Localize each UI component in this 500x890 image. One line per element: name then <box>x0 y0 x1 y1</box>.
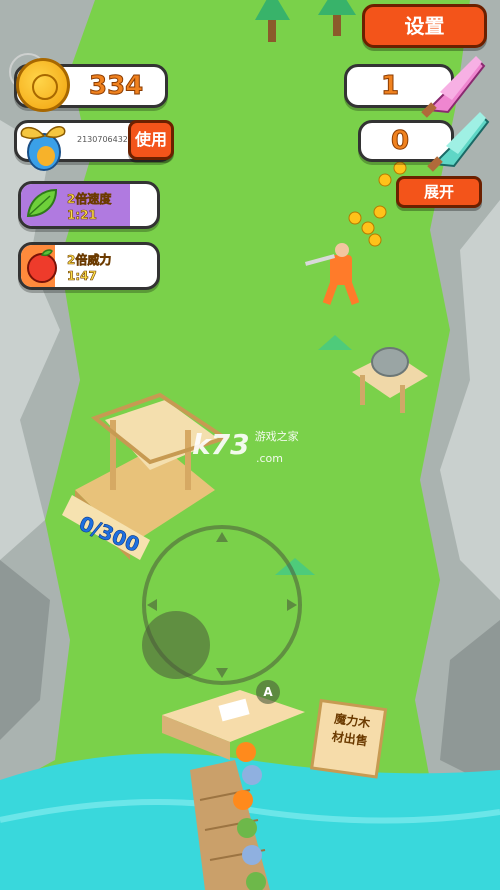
power-buff-time: 1:47 <box>67 269 97 284</box>
teal-wood-count: 0 <box>390 126 410 157</box>
settings-button[interactable]: 设置 <box>362 4 487 48</box>
use-button[interactable]: 使用 <box>128 120 174 160</box>
coin-count: 334 <box>88 71 144 102</box>
watermark-sub: 游戏之家 <box>254 430 299 443</box>
action-a-button[interactable]: A <box>256 680 280 704</box>
apple-icon <box>24 246 60 284</box>
coin-icon <box>16 58 70 112</box>
watermark: k73 游戏之家 .com <box>192 428 299 465</box>
speed-buff-title: 2倍速度 <box>67 192 112 207</box>
power-buff-title: 2倍威力 <box>67 253 112 268</box>
leaf-icon <box>24 186 60 222</box>
expand-button[interactable]: 展开 <box>396 176 482 208</box>
player-id: 2130706432 <box>77 135 128 144</box>
teal-wood-icon <box>426 108 492 172</box>
pink-wood-count: 1 <box>380 71 400 102</box>
speed-buff-time: 1:21 <box>67 208 97 223</box>
seed-icon <box>14 118 68 172</box>
watermark-logo: k73 <box>192 428 250 461</box>
watermark-url: .com <box>256 452 283 465</box>
